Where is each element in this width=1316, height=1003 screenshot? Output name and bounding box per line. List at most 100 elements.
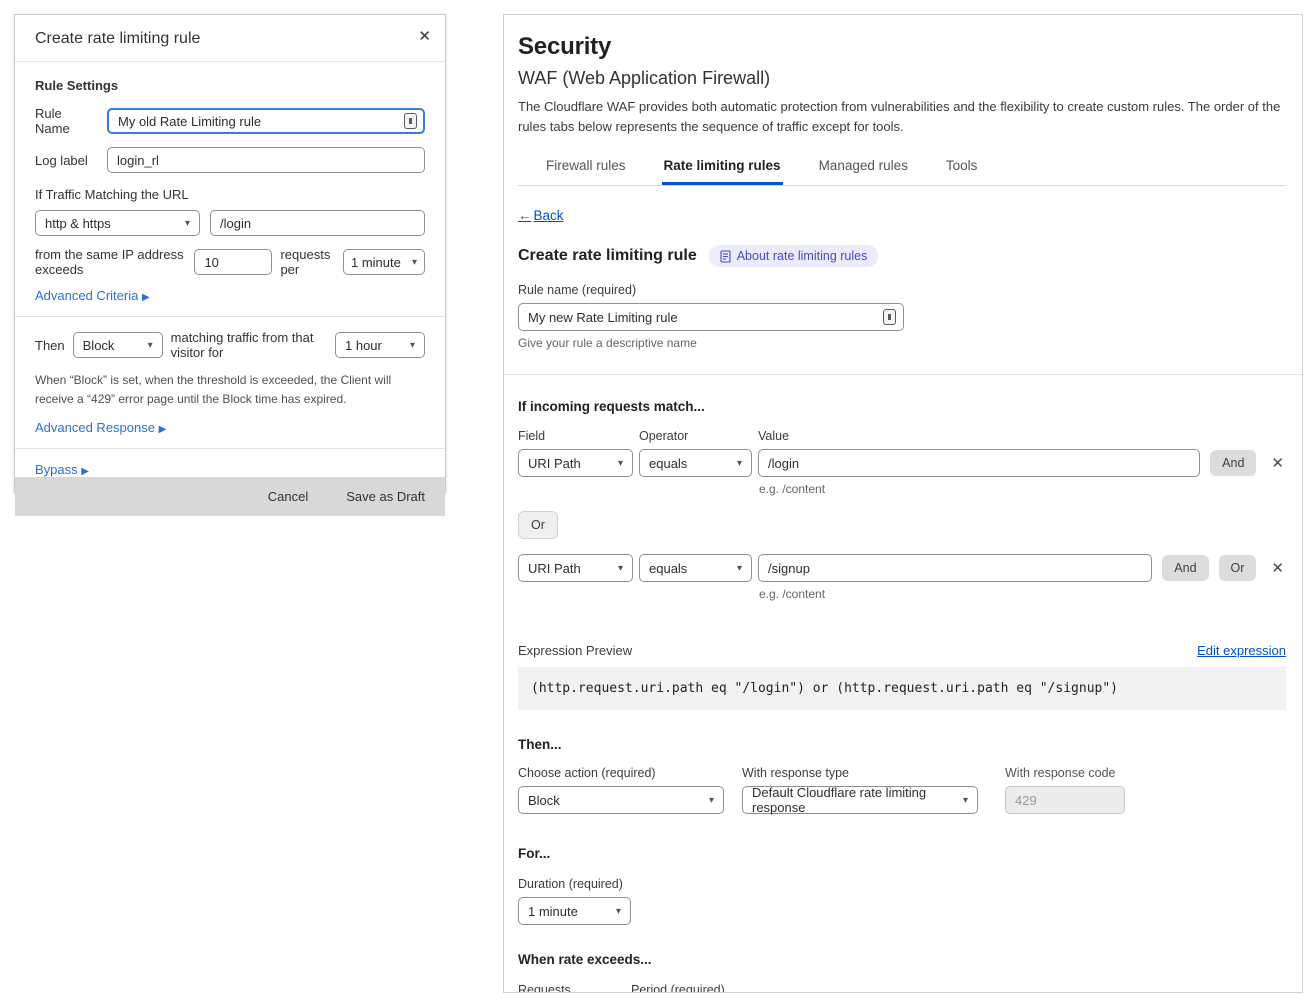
then-label: Then bbox=[35, 338, 65, 353]
back-arrow-icon: ← bbox=[518, 208, 532, 223]
value-helper: e.g. /content bbox=[759, 587, 1286, 601]
dialog-body: Rule Settings Rule Name Log label If Tra… bbox=[15, 62, 445, 477]
rule-name-inputwrap bbox=[518, 303, 904, 331]
or-button[interactable]: Or bbox=[1219, 555, 1257, 581]
dialog-header: Create rate limiting rule ✕ bbox=[15, 15, 445, 62]
page-title: Security bbox=[518, 33, 1286, 61]
and-button[interactable]: And bbox=[1210, 450, 1256, 476]
legacy-rate-limit-dialog: Create rate limiting rule ✕ Rule Setting… bbox=[14, 14, 446, 493]
tab-bar: Firewall rules Rate limiting rules Manag… bbox=[518, 152, 1286, 186]
expression-preview-header: Expression Preview Edit expression bbox=[518, 643, 1286, 658]
divider bbox=[15, 448, 445, 449]
edit-expression-link[interactable]: Edit expression bbox=[1197, 643, 1286, 658]
exceeds-suffix-text: requests per bbox=[280, 247, 335, 277]
threshold-row: from the same IP address exceeds request… bbox=[35, 247, 425, 277]
match-heading: If incoming requests match... bbox=[518, 399, 1286, 414]
chevron-down-icon: ▾ bbox=[618, 458, 623, 469]
close-icon[interactable]: ✕ bbox=[418, 27, 431, 45]
response-type-label: With response type bbox=[742, 766, 978, 780]
then-suffix-text: matching traffic from that visitor for bbox=[171, 330, 327, 360]
choose-action-label: Choose action (required) bbox=[518, 766, 724, 780]
tab-rate-limiting-rules[interactable]: Rate limiting rules bbox=[662, 152, 783, 185]
response-code-label: With response code bbox=[1005, 766, 1125, 780]
expression-code: (http.request.uri.path eq "/login") or (… bbox=[518, 667, 1286, 710]
period-label: Period (required) bbox=[631, 983, 738, 993]
duration-select[interactable]: 1 minute ▾ bbox=[518, 897, 631, 925]
response-code-input bbox=[1005, 786, 1125, 814]
tab-tools[interactable]: Tools bbox=[944, 152, 980, 185]
response-type-col: With response type Default Cloudflare ra… bbox=[742, 752, 978, 814]
caret-right-icon: ▶ bbox=[81, 466, 89, 477]
rate-labels: Requests (required) Period (required) bbox=[518, 967, 1286, 993]
tab-managed-rules[interactable]: Managed rules bbox=[817, 152, 910, 185]
chevron-down-icon: ▾ bbox=[410, 340, 415, 351]
action-select[interactable]: Block ▾ bbox=[518, 786, 724, 814]
operator-column-label: Operator bbox=[639, 429, 758, 443]
advanced-criteria-link[interactable]: Advanced Criteria ▶ bbox=[35, 288, 150, 303]
chevron-down-icon: ▾ bbox=[148, 340, 153, 351]
rate-heading: When rate exceeds... bbox=[518, 952, 1286, 967]
action-col: Choose action (required) Block ▾ bbox=[518, 752, 724, 814]
then-heading: Then... bbox=[518, 737, 1286, 752]
remove-condition-icon[interactable]: ✕ bbox=[1271, 456, 1284, 471]
autofill-icon bbox=[883, 309, 896, 325]
log-label-row: Log label bbox=[35, 147, 425, 173]
autofill-icon bbox=[404, 113, 417, 129]
rule-name-helper: Give your rule a descriptive name bbox=[518, 336, 1286, 350]
bypass-link[interactable]: Bypass ▶ bbox=[35, 462, 89, 477]
log-label-input[interactable] bbox=[107, 147, 425, 173]
cancel-button[interactable]: Cancel bbox=[268, 489, 308, 504]
rule-settings-heading: Rule Settings bbox=[35, 78, 425, 93]
rule-name-label: Rule name (required) bbox=[518, 283, 1286, 297]
log-label-label: Log label bbox=[35, 153, 97, 168]
value-input[interactable] bbox=[758, 449, 1200, 477]
url-match-row: http & https ▾ bbox=[35, 210, 425, 236]
chevron-down-icon: ▾ bbox=[618, 563, 623, 574]
traffic-match-label: If Traffic Matching the URL bbox=[35, 187, 425, 202]
dialog-title: Create rate limiting rule bbox=[35, 30, 425, 48]
url-input[interactable] bbox=[210, 210, 425, 236]
page-subtitle: WAF (Web Application Firewall) bbox=[518, 68, 1286, 89]
remove-condition-icon[interactable]: ✕ bbox=[1271, 561, 1284, 576]
scheme-select[interactable]: http & https ▾ bbox=[35, 210, 200, 236]
value-input[interactable] bbox=[758, 554, 1152, 582]
chevron-down-icon: ▾ bbox=[737, 458, 742, 469]
or-connector-wrap: Or bbox=[518, 511, 1286, 539]
back-link[interactable]: ←Back bbox=[518, 208, 564, 223]
field-select[interactable]: URI Path ▾ bbox=[518, 449, 633, 477]
waf-page: Security WAF (Web Application Firewall) … bbox=[503, 14, 1303, 993]
advanced-response-link[interactable]: Advanced Response ▶ bbox=[35, 420, 166, 435]
chevron-down-icon: ▾ bbox=[963, 795, 968, 806]
action-row: Then Block ▾ matching traffic from that … bbox=[35, 330, 425, 360]
form-title: Create rate limiting rule bbox=[518, 247, 697, 265]
duration-label: Duration (required) bbox=[518, 877, 1286, 891]
condition-row: URI Path ▾ equals ▾ And Or ✕ bbox=[518, 554, 1286, 582]
chevron-down-icon: ▾ bbox=[412, 257, 417, 268]
save-as-draft-button[interactable]: Save as Draft bbox=[346, 489, 425, 504]
value-helper: e.g. /content bbox=[759, 482, 1286, 496]
period-select[interactable]: 1 minute ▾ bbox=[343, 249, 425, 275]
operator-select[interactable]: equals ▾ bbox=[639, 554, 752, 582]
rule-name-input[interactable] bbox=[518, 303, 904, 331]
rule-name-label: Rule Name bbox=[35, 106, 97, 136]
condition-row: URI Path ▾ equals ▾ And ✕ bbox=[518, 449, 1286, 477]
page-description: The Cloudflare WAF provides both automat… bbox=[518, 97, 1286, 136]
field-column-label: Field bbox=[518, 429, 639, 443]
caret-right-icon: ▶ bbox=[159, 424, 167, 435]
and-button[interactable]: And bbox=[1162, 555, 1208, 581]
field-select[interactable]: URI Path ▾ bbox=[518, 554, 633, 582]
chevron-down-icon: ▾ bbox=[616, 906, 621, 917]
response-type-select[interactable]: Default Cloudflare rate limiting respons… bbox=[742, 786, 978, 814]
rule-name-input[interactable] bbox=[107, 108, 425, 134]
tab-firewall-rules[interactable]: Firewall rules bbox=[544, 152, 628, 185]
block-duration-select[interactable]: 1 hour ▾ bbox=[335, 332, 425, 358]
form-title-row: Create rate limiting rule About rate lim… bbox=[518, 245, 1286, 267]
requests-input[interactable] bbox=[194, 249, 272, 275]
operator-select[interactable]: equals ▾ bbox=[639, 449, 752, 477]
value-column-label: Value bbox=[758, 429, 789, 443]
chevron-down-icon: ▾ bbox=[737, 563, 742, 574]
action-select[interactable]: Block ▾ bbox=[73, 332, 163, 358]
about-rate-limiting-badge[interactable]: About rate limiting rules bbox=[709, 245, 879, 267]
rule-name-inputwrap bbox=[107, 108, 425, 134]
or-connector-button[interactable]: Or bbox=[518, 511, 558, 539]
